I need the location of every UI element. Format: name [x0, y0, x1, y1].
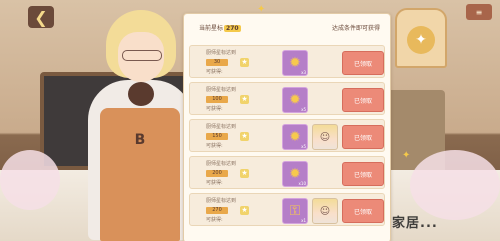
reward-label: 可获得:: [206, 69, 223, 75]
apron-logo-icon: B: [134, 132, 146, 148]
reward-row: 厨师星标达到 200 ★ 可获得: ✹ x10 已领取: [189, 156, 385, 189]
medal-icon: ✹: [289, 129, 301, 145]
star-icon: ★: [240, 206, 249, 215]
reward-row: 厨师星标达到 100 ★ 可获得: ✹ x5 已领取: [189, 82, 385, 115]
star-icon: ★: [240, 169, 249, 178]
claimed-button[interactable]: 已领取: [342, 199, 384, 223]
reward-quantity: x3: [301, 70, 306, 75]
back-button[interactable]: ❮: [28, 6, 54, 28]
reward-item[interactable]: ⚿ x1: [282, 198, 308, 224]
back-arrow-icon: ❮: [34, 7, 48, 27]
reward-label: 可获得:: [206, 106, 223, 112]
medal-icon: ✹: [289, 92, 301, 108]
menu-icon: ≡: [475, 7, 483, 17]
key-icon: ⚿: [289, 203, 301, 219]
star-icon: ★: [240, 58, 249, 67]
game-scene: ❮ ≡ B ✦ ✦ ✦ 当前星标 270 达成条件即可获得 厨师星标达到 30 ★…: [0, 0, 500, 241]
reward-item[interactable]: ✹ x5: [282, 124, 308, 150]
character-portrait-icon[interactable]: ☺: [312, 124, 338, 150]
claimed-button[interactable]: 已领取: [342, 162, 384, 186]
reward-quantity: x5: [301, 107, 306, 112]
blossom-decoration: [0, 150, 60, 210]
threshold-value: 30: [206, 59, 228, 66]
claimed-button[interactable]: 已领取: [342, 51, 384, 75]
reward-row: 厨师星标达到 30 ★ 可获得: ✹ x3 已领取: [189, 45, 385, 78]
threshold-value: 270: [206, 207, 228, 214]
reward-item[interactable]: ✹ x10: [282, 161, 308, 187]
reward-label: 可获得:: [206, 180, 223, 186]
reward-panel: 当前星标 270 达成条件即可获得 厨师星标达到 30 ★ 可获得: ✹ x3 已…: [183, 13, 391, 241]
reward-quantity: x5: [301, 144, 306, 149]
star-icon: ★: [240, 95, 249, 104]
current-stars-value: 270: [224, 24, 241, 32]
reward-quantity: x1: [301, 218, 306, 223]
threshold-value: 200: [206, 170, 228, 177]
reward-quantity: x10: [298, 181, 306, 186]
threshold-label: 厨师星标达到: [206, 87, 237, 93]
medal-icon: ✹: [289, 166, 301, 182]
star-icon: ✦: [407, 26, 435, 54]
threshold-label: 厨师星标达到: [206, 124, 237, 130]
medal-icon: ✹: [289, 55, 301, 71]
reward-list: 厨师星标达到 30 ★ 可获得: ✹ x3 已领取 厨师星标达到 100 ★ 可…: [189, 45, 385, 230]
sparkle-icon: ✦: [402, 150, 411, 161]
character-apron: [100, 108, 180, 241]
star-icon: ★: [240, 132, 249, 141]
threshold-value: 100: [206, 96, 228, 103]
threshold-label: 厨师星标达到: [206, 161, 237, 167]
reward-label: 可获得:: [206, 217, 223, 223]
reward-item[interactable]: ✹ x5: [282, 87, 308, 113]
character-glasses: [122, 50, 162, 61]
current-stars: 当前星标 270: [199, 23, 241, 32]
panel-header: 当前星标 270 达成条件即可获得: [184, 14, 390, 40]
reward-item[interactable]: ✹ x3: [282, 50, 308, 76]
reward-row: 厨师星标达到 150 ★ 可获得: ✹ x5 ☺ 已领取: [189, 119, 385, 152]
reward-label: 可获得:: [206, 143, 223, 149]
character-bowtie: [128, 82, 154, 106]
character-portrait-icon[interactable]: ☺: [312, 198, 338, 224]
claimed-button[interactable]: 已领取: [342, 88, 384, 112]
menu-button[interactable]: ≡: [466, 4, 492, 20]
claimed-button[interactable]: 已领取: [342, 125, 384, 149]
bread-reward-icon[interactable]: ✦: [395, 8, 447, 68]
watermark: 家居...: [392, 216, 438, 231]
reward-row: 厨师星标达到 270 ★ 可获得: ⚿ x1 ☺ 已领取: [189, 193, 385, 226]
current-stars-label: 当前星标: [199, 24, 224, 32]
threshold-label: 厨师星标达到: [206, 50, 237, 56]
threshold-label: 厨师星标达到: [206, 198, 237, 204]
condition-label: 达成条件即可获得: [331, 24, 380, 32]
threshold-value: 150: [206, 133, 228, 140]
blossom-decoration: [410, 150, 500, 220]
